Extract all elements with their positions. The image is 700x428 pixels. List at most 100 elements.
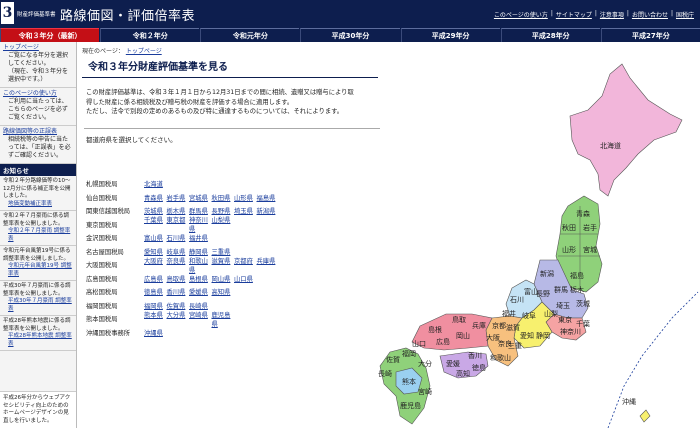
map-label: 長崎	[378, 369, 392, 378]
prefecture-link[interactable]: 熊本県	[144, 310, 167, 328]
year-tabs: 令和３年分（最新） 令和２年分 令和元年分 平成30年分 平成29年分 平成28…	[0, 28, 700, 42]
bureau-row: 札幌国税局 北海道	[86, 177, 386, 191]
map-label: 埼玉	[556, 301, 570, 310]
tab-h29[interactable]: 平成29年分	[400, 28, 500, 42]
prefecture-link[interactable]: 徳島県	[144, 287, 167, 296]
header-link-howto[interactable]: このページの使い方	[494, 10, 548, 19]
prefecture-link[interactable]: 宮崎県	[189, 310, 212, 328]
news-item: 令和２年分路線価等の10～12月分に係る補正率を公開しました。 地価変動補正率表	[0, 176, 76, 211]
prefecture-link[interactable]: 島根県	[189, 274, 212, 283]
prefecture-link[interactable]: 佐賀県	[167, 301, 190, 310]
news-item: 令和元年台風第19号に係る調整率表を公開しました。 令和元年台風第19号 調整率…	[0, 246, 76, 281]
sidebar-howto: このページの使い方 ご利用に当たっては、こちらのページを必ずご覧ください。	[0, 88, 76, 126]
sidebar-link-errata[interactable]: 路線価図等の正誤表	[3, 128, 73, 136]
prefecture-link[interactable]: 茨城県	[144, 206, 167, 215]
prefecture-link[interactable]: 福井県	[189, 233, 212, 242]
prefecture-link[interactable]: 兵庫県	[257, 256, 280, 274]
header-link-separator: |	[594, 10, 597, 17]
map-label: 山形	[562, 245, 576, 254]
prefecture-link[interactable]: 和歌山県	[189, 256, 212, 274]
tab-h30[interactable]: 平成30年分	[300, 28, 400, 42]
prefecture-link[interactable]: 愛知県	[144, 247, 167, 256]
map-label: 愛知	[520, 331, 534, 340]
map-label: 山梨	[544, 309, 558, 318]
bureau-name: 金沢国税局	[86, 235, 118, 243]
prefecture-link[interactable]: 福岡県	[144, 301, 167, 310]
prefecture-link[interactable]: 静岡県	[189, 247, 212, 256]
tab-r1[interactable]: 令和元年分	[200, 28, 300, 42]
prefecture-link[interactable]: 栃木県	[167, 206, 190, 215]
prefecture-link[interactable]: 三重県	[212, 247, 235, 256]
prefecture-link[interactable]: 京都府	[234, 256, 257, 274]
map-label: 岩手	[583, 223, 597, 232]
map-label: 宮崎	[418, 387, 432, 396]
tab-r2[interactable]: 令和２年分	[100, 28, 200, 42]
intro-line: 得した財産に係る相続税及び贈与税の財産を評価する場合に適用します。	[86, 98, 294, 106]
prefecture-link[interactable]: 大阪府	[144, 256, 167, 274]
prefecture-link[interactable]: 岐阜県	[167, 247, 190, 256]
prefecture-link[interactable]: 岩手県	[167, 193, 190, 202]
header-link-sitemap[interactable]: サイトマップ	[556, 10, 592, 19]
prefecture-link[interactable]: 神奈川県	[189, 215, 212, 233]
map-label: 新潟	[540, 269, 554, 278]
prefecture-link[interactable]: 宮城県	[189, 193, 212, 202]
prefecture-link[interactable]: 長野県	[212, 206, 235, 215]
header-link-nta[interactable]: 国税庁	[676, 10, 694, 19]
map-label: 岐阜	[522, 311, 536, 320]
prefecture-link[interactable]: 福島県	[257, 193, 280, 202]
site-header: 3 財産評価基準書 路線価図・評価倍率表 このページの使い方 | サイトマップ …	[0, 0, 700, 28]
header-link-notes[interactable]: 注意事項	[600, 10, 624, 19]
prefecture-link[interactable]: 秋田県	[212, 193, 235, 202]
prefecture-link[interactable]: 山形県	[234, 193, 257, 202]
tab-h27[interactable]: 平成27年分	[600, 28, 700, 42]
tab-r3[interactable]: 令和３年分（最新）	[0, 28, 100, 42]
prefecture-link[interactable]: 滋賀県	[212, 256, 235, 274]
prefecture-link[interactable]: 東京都	[167, 215, 190, 233]
news-link[interactable]: 平成28年熊本地震 調整率表	[3, 333, 73, 348]
site-logo[interactable]: 3	[1, 2, 14, 24]
tab-h28[interactable]: 平成28年分	[500, 28, 600, 42]
map-label: 滋賀	[506, 323, 520, 332]
prefecture-link[interactable]: 富山県	[144, 233, 167, 242]
news-link[interactable]: 平成30年７月豪雨 調整率表	[3, 298, 73, 313]
prefecture-link[interactable]: 鹿児島県	[212, 310, 235, 328]
prefecture-link[interactable]: 北海道	[144, 179, 167, 188]
prefecture-link[interactable]: 岡山県	[212, 274, 235, 283]
prefecture-link[interactable]: 埼玉県	[234, 206, 257, 215]
prefecture-link[interactable]: 愛媛県	[189, 287, 212, 296]
prefecture-link[interactable]: 大分県	[167, 310, 190, 328]
prefecture-link[interactable]: 高知県	[212, 287, 235, 296]
prefecture-link[interactable]: 青森県	[144, 193, 167, 202]
prefecture-links: 茨城県 栃木県 群馬県 長野県 埼玉県 新潟県	[144, 206, 279, 215]
news-link[interactable]: 地価変動補正率表	[3, 201, 73, 209]
bureau-name: 関東信越国税局	[86, 208, 131, 216]
prefecture-link[interactable]: 沖縄県	[144, 328, 167, 337]
news-link[interactable]: 令和２年７月豪雨 調整率表	[3, 228, 73, 243]
prefecture-link[interactable]: 群馬県	[189, 206, 212, 215]
prefecture-link[interactable]: 石川県	[167, 233, 190, 242]
prefecture-link[interactable]: 鳥取県	[167, 274, 190, 283]
news-text: 平成30年７月豪雨に係る調整率表を公開しました。	[3, 283, 71, 297]
prefecture-links: 徳島県 香川県 愛媛県 高知県	[144, 287, 234, 296]
header-link-contact[interactable]: お問い合わせ	[632, 10, 668, 19]
sidebar-link-top[interactable]: トップページ	[3, 44, 73, 52]
map-label: 島根	[428, 325, 442, 334]
news-text: 令和元年台風第19号に係る調整率表を公開しました。	[3, 248, 71, 262]
map-region-hokkaido[interactable]	[569, 63, 683, 197]
news-link[interactable]: 令和元年台風第19号 調整率表	[3, 263, 73, 278]
prefecture-link[interactable]: 奈良県	[167, 256, 190, 274]
sidebar-link-howto[interactable]: このページの使い方	[3, 90, 73, 98]
prefecture-link[interactable]: 香川県	[167, 287, 190, 296]
map-region-okinawa[interactable]	[639, 409, 651, 423]
breadcrumb-link-top[interactable]: トップページ	[126, 48, 162, 55]
bureau-row: 仙台国税局 青森県 岩手県 宮城県 秋田県 山形県 福島県	[86, 191, 386, 205]
prefecture-link[interactable]: 新潟県	[257, 206, 280, 215]
prefecture-link[interactable]: 山梨県	[212, 215, 235, 233]
prefecture-link[interactable]: 千葉県	[144, 215, 167, 233]
map-label: 千葉	[576, 319, 590, 328]
prefecture-link[interactable]: 広島県	[144, 274, 167, 283]
sidebar-text: 相続税等の申告に当たっては、「正誤表」を必ずご確認ください。	[8, 136, 71, 159]
map-label: 福井	[502, 309, 516, 318]
prefecture-link[interactable]: 長崎県	[189, 301, 212, 310]
prefecture-link[interactable]: 山口県	[234, 274, 257, 283]
